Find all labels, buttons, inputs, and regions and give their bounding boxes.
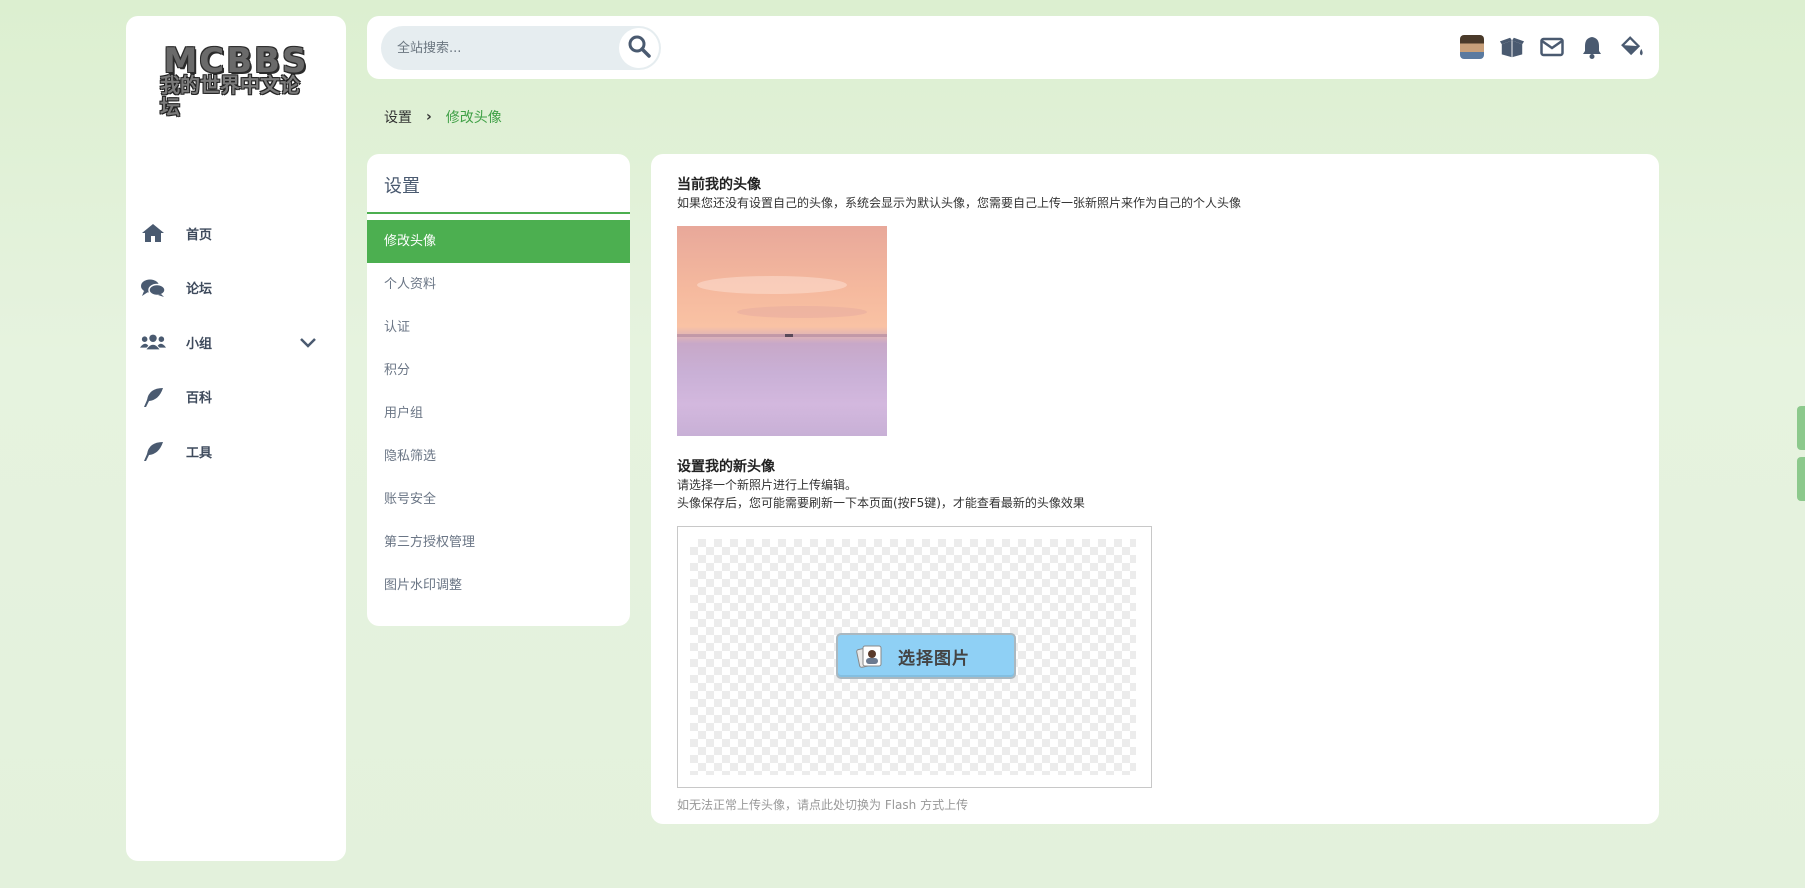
box-open-icon[interactable] bbox=[1499, 34, 1525, 60]
settings-item-watermark[interactable]: 图片水印调整 bbox=[367, 564, 630, 607]
settings-item-verify[interactable]: 认证 bbox=[367, 306, 630, 349]
feather-icon bbox=[140, 440, 166, 462]
new-avatar-title: 设置我的新头像 bbox=[677, 459, 775, 475]
new-avatar-desc-1: 请选择一个新照片进行上传编辑。 bbox=[677, 478, 858, 492]
breadcrumb: 设置 › 修改头像 bbox=[384, 106, 502, 128]
sidebar-item-home[interactable]: 首页 bbox=[126, 206, 346, 261]
upload-canvas: 选择图片 bbox=[690, 539, 1136, 775]
users-icon bbox=[140, 331, 166, 353]
settings-item-oauth[interactable]: 第三方授权管理 bbox=[367, 521, 630, 564]
sidebar-item-forum[interactable]: 论坛 bbox=[126, 261, 346, 316]
flash-upload-link[interactable]: 如无法正常上传头像，请点此处切换为 Flash 方式上传 bbox=[677, 796, 968, 813]
current-avatar-image bbox=[677, 226, 887, 436]
comments-icon bbox=[140, 277, 166, 299]
side-float-tab[interactable] bbox=[1797, 457, 1805, 501]
sidebar-nav: 首页 论坛 小组 百科 工具 bbox=[126, 206, 346, 479]
envelope-icon[interactable] bbox=[1539, 34, 1565, 60]
search-input[interactable] bbox=[397, 26, 617, 70]
settings-item-privacy[interactable]: 隐私筛选 bbox=[367, 435, 630, 478]
avatar-upload-area: 选择图片 bbox=[677, 526, 1152, 788]
settings-item-avatar[interactable]: 修改头像 bbox=[367, 220, 630, 263]
sidebar-item-label: 工具 bbox=[186, 445, 213, 461]
avatar-settings-panel: 当前我的头像 如果您还没有设置自己的头像，系统会显示为默认头像，您需要自己上传一… bbox=[651, 154, 1659, 824]
paint-bucket-icon[interactable] bbox=[1619, 34, 1645, 60]
choose-image-label: 选择图片 bbox=[898, 648, 970, 669]
sidebar-item-label: 论坛 bbox=[186, 282, 213, 298]
settings-title: 设置 bbox=[367, 154, 630, 214]
settings-menu: 设置 修改头像 个人资料 认证 积分 用户组 隐私筛选 账号安全 第三方授权管理… bbox=[367, 154, 630, 626]
sidebar-item-label: 百科 bbox=[186, 391, 213, 407]
avatar bbox=[1460, 35, 1484, 59]
left-sidebar: MCBBS 我的世界中文论坛 首页 论坛 小组 百科 工具 bbox=[126, 16, 346, 861]
logo-bottom-text: 我的世界中文论坛 bbox=[160, 73, 300, 119]
current-avatar-title: 当前我的头像 bbox=[677, 177, 761, 193]
new-avatar-desc-2: 头像保存后，您可能需要刷新一下本页面(按F5键)，才能查看最新的头像效果 bbox=[677, 496, 1085, 510]
settings-item-usergroup[interactable]: 用户组 bbox=[367, 392, 630, 435]
home-icon bbox=[140, 222, 166, 244]
search-button[interactable] bbox=[619, 28, 659, 68]
feather-icon bbox=[140, 386, 166, 408]
settings-item-security[interactable]: 账号安全 bbox=[367, 478, 630, 521]
chevron-right-icon: › bbox=[426, 109, 432, 125]
photo-icon bbox=[856, 642, 884, 670]
settings-item-profile[interactable]: 个人资料 bbox=[367, 263, 630, 306]
choose-image-button[interactable]: 选择图片 bbox=[836, 633, 1016, 679]
side-float-tab[interactable] bbox=[1797, 406, 1805, 450]
top-bar bbox=[367, 16, 1659, 79]
breadcrumb-current[interactable]: 修改头像 bbox=[446, 107, 502, 127]
sidebar-item-tools[interactable]: 工具 bbox=[126, 424, 346, 479]
bell-icon[interactable] bbox=[1579, 34, 1605, 60]
current-avatar-desc: 如果您还没有设置自己的头像，系统会显示为默认头像，您需要自己上传一张新照片来作为… bbox=[677, 196, 1242, 210]
breadcrumb-root[interactable]: 设置 bbox=[384, 107, 412, 127]
chevron-down-icon[interactable] bbox=[300, 333, 316, 352]
search-box bbox=[381, 26, 661, 70]
search-icon bbox=[627, 34, 651, 62]
sidebar-item-groups[interactable]: 小组 bbox=[126, 315, 346, 370]
header-icons bbox=[1459, 34, 1645, 60]
settings-item-credits[interactable]: 积分 bbox=[367, 349, 630, 392]
sidebar-item-label: 小组 bbox=[186, 336, 213, 352]
user-avatar[interactable] bbox=[1459, 34, 1485, 60]
settings-menu-list: 修改头像 个人资料 认证 积分 用户组 隐私筛选 账号安全 第三方授权管理 图片… bbox=[367, 220, 630, 607]
sidebar-item-label: 首页 bbox=[186, 227, 213, 243]
site-logo[interactable]: MCBBS 我的世界中文论坛 bbox=[160, 44, 312, 119]
sidebar-item-wiki[interactable]: 百科 bbox=[126, 370, 346, 425]
